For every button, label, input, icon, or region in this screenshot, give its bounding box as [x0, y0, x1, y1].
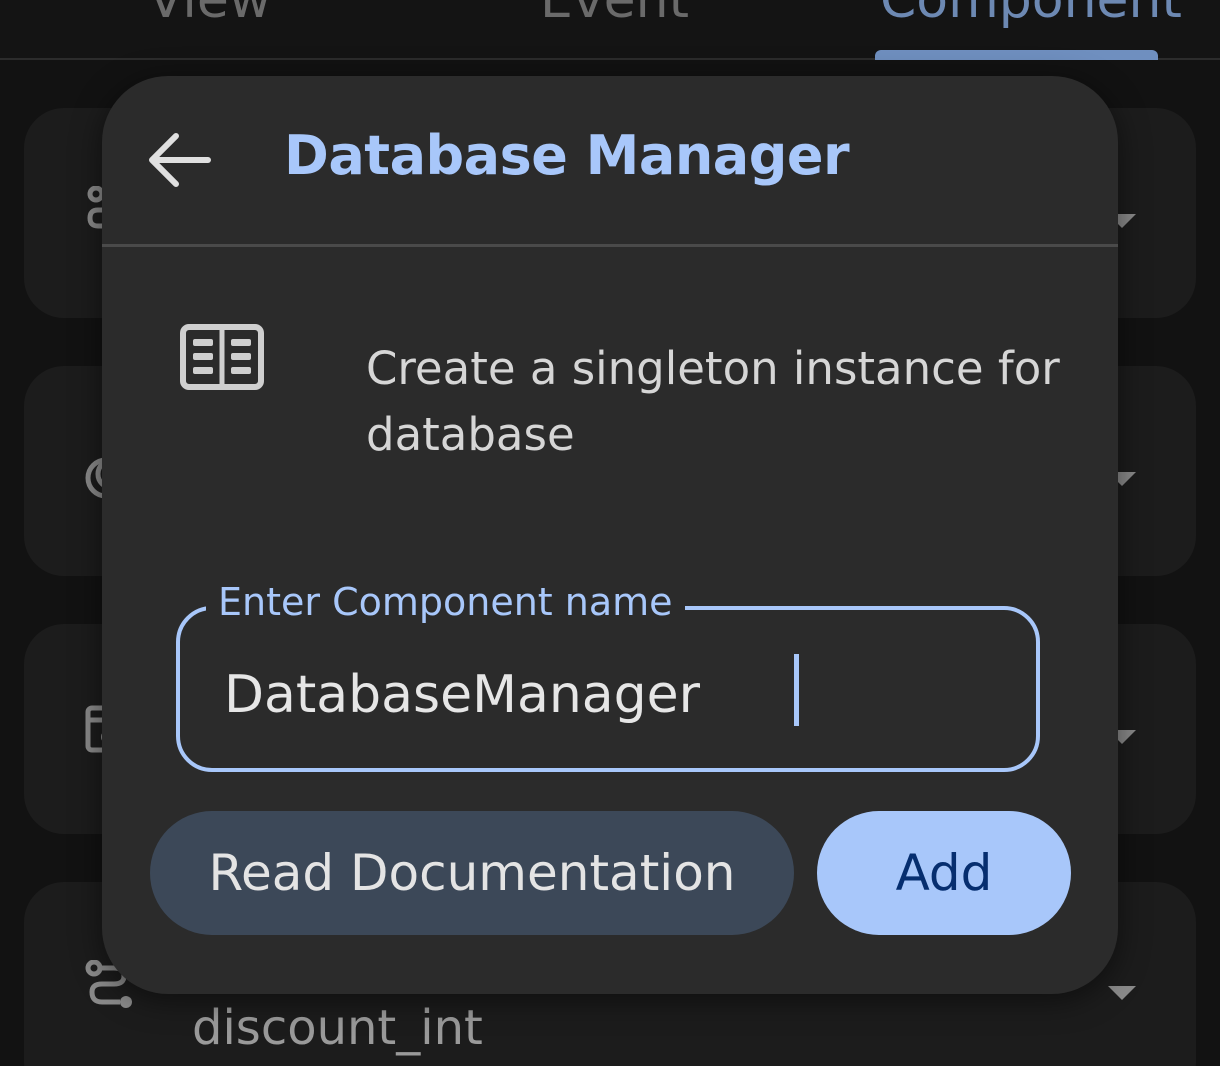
arrow-left-icon[interactable]: [142, 122, 218, 198]
dropdown-arrow-icon[interactable]: [1108, 986, 1136, 1000]
dialog-title: Database Manager: [284, 124, 850, 187]
add-component-dialog: Database Manager Create a singleton inst…: [102, 76, 1118, 994]
tab-event[interactable]: Event: [540, 0, 689, 30]
tab-view[interactable]: View: [148, 0, 271, 30]
list-item-label: discount_int: [192, 1000, 483, 1056]
add-button[interactable]: Add: [817, 811, 1071, 935]
component-name-label: Enter Component name: [206, 580, 685, 624]
component-name-input[interactable]: [224, 660, 1004, 730]
screen: View Event Component discount_int Databa…: [0, 0, 1220, 1066]
text-cursor: [794, 654, 799, 726]
document-list-icon: [180, 324, 264, 390]
component-description: Create a singleton instance for database: [366, 342, 1060, 461]
component-name-field[interactable]: Enter Component name: [176, 580, 1040, 772]
dialog-header: Database Manager: [102, 76, 1118, 247]
tab-component[interactable]: Component: [880, 0, 1182, 30]
tab-indicator: [875, 50, 1158, 60]
read-documentation-button[interactable]: Read Documentation: [150, 811, 794, 935]
tab-bar: View Event Component: [0, 0, 1220, 60]
